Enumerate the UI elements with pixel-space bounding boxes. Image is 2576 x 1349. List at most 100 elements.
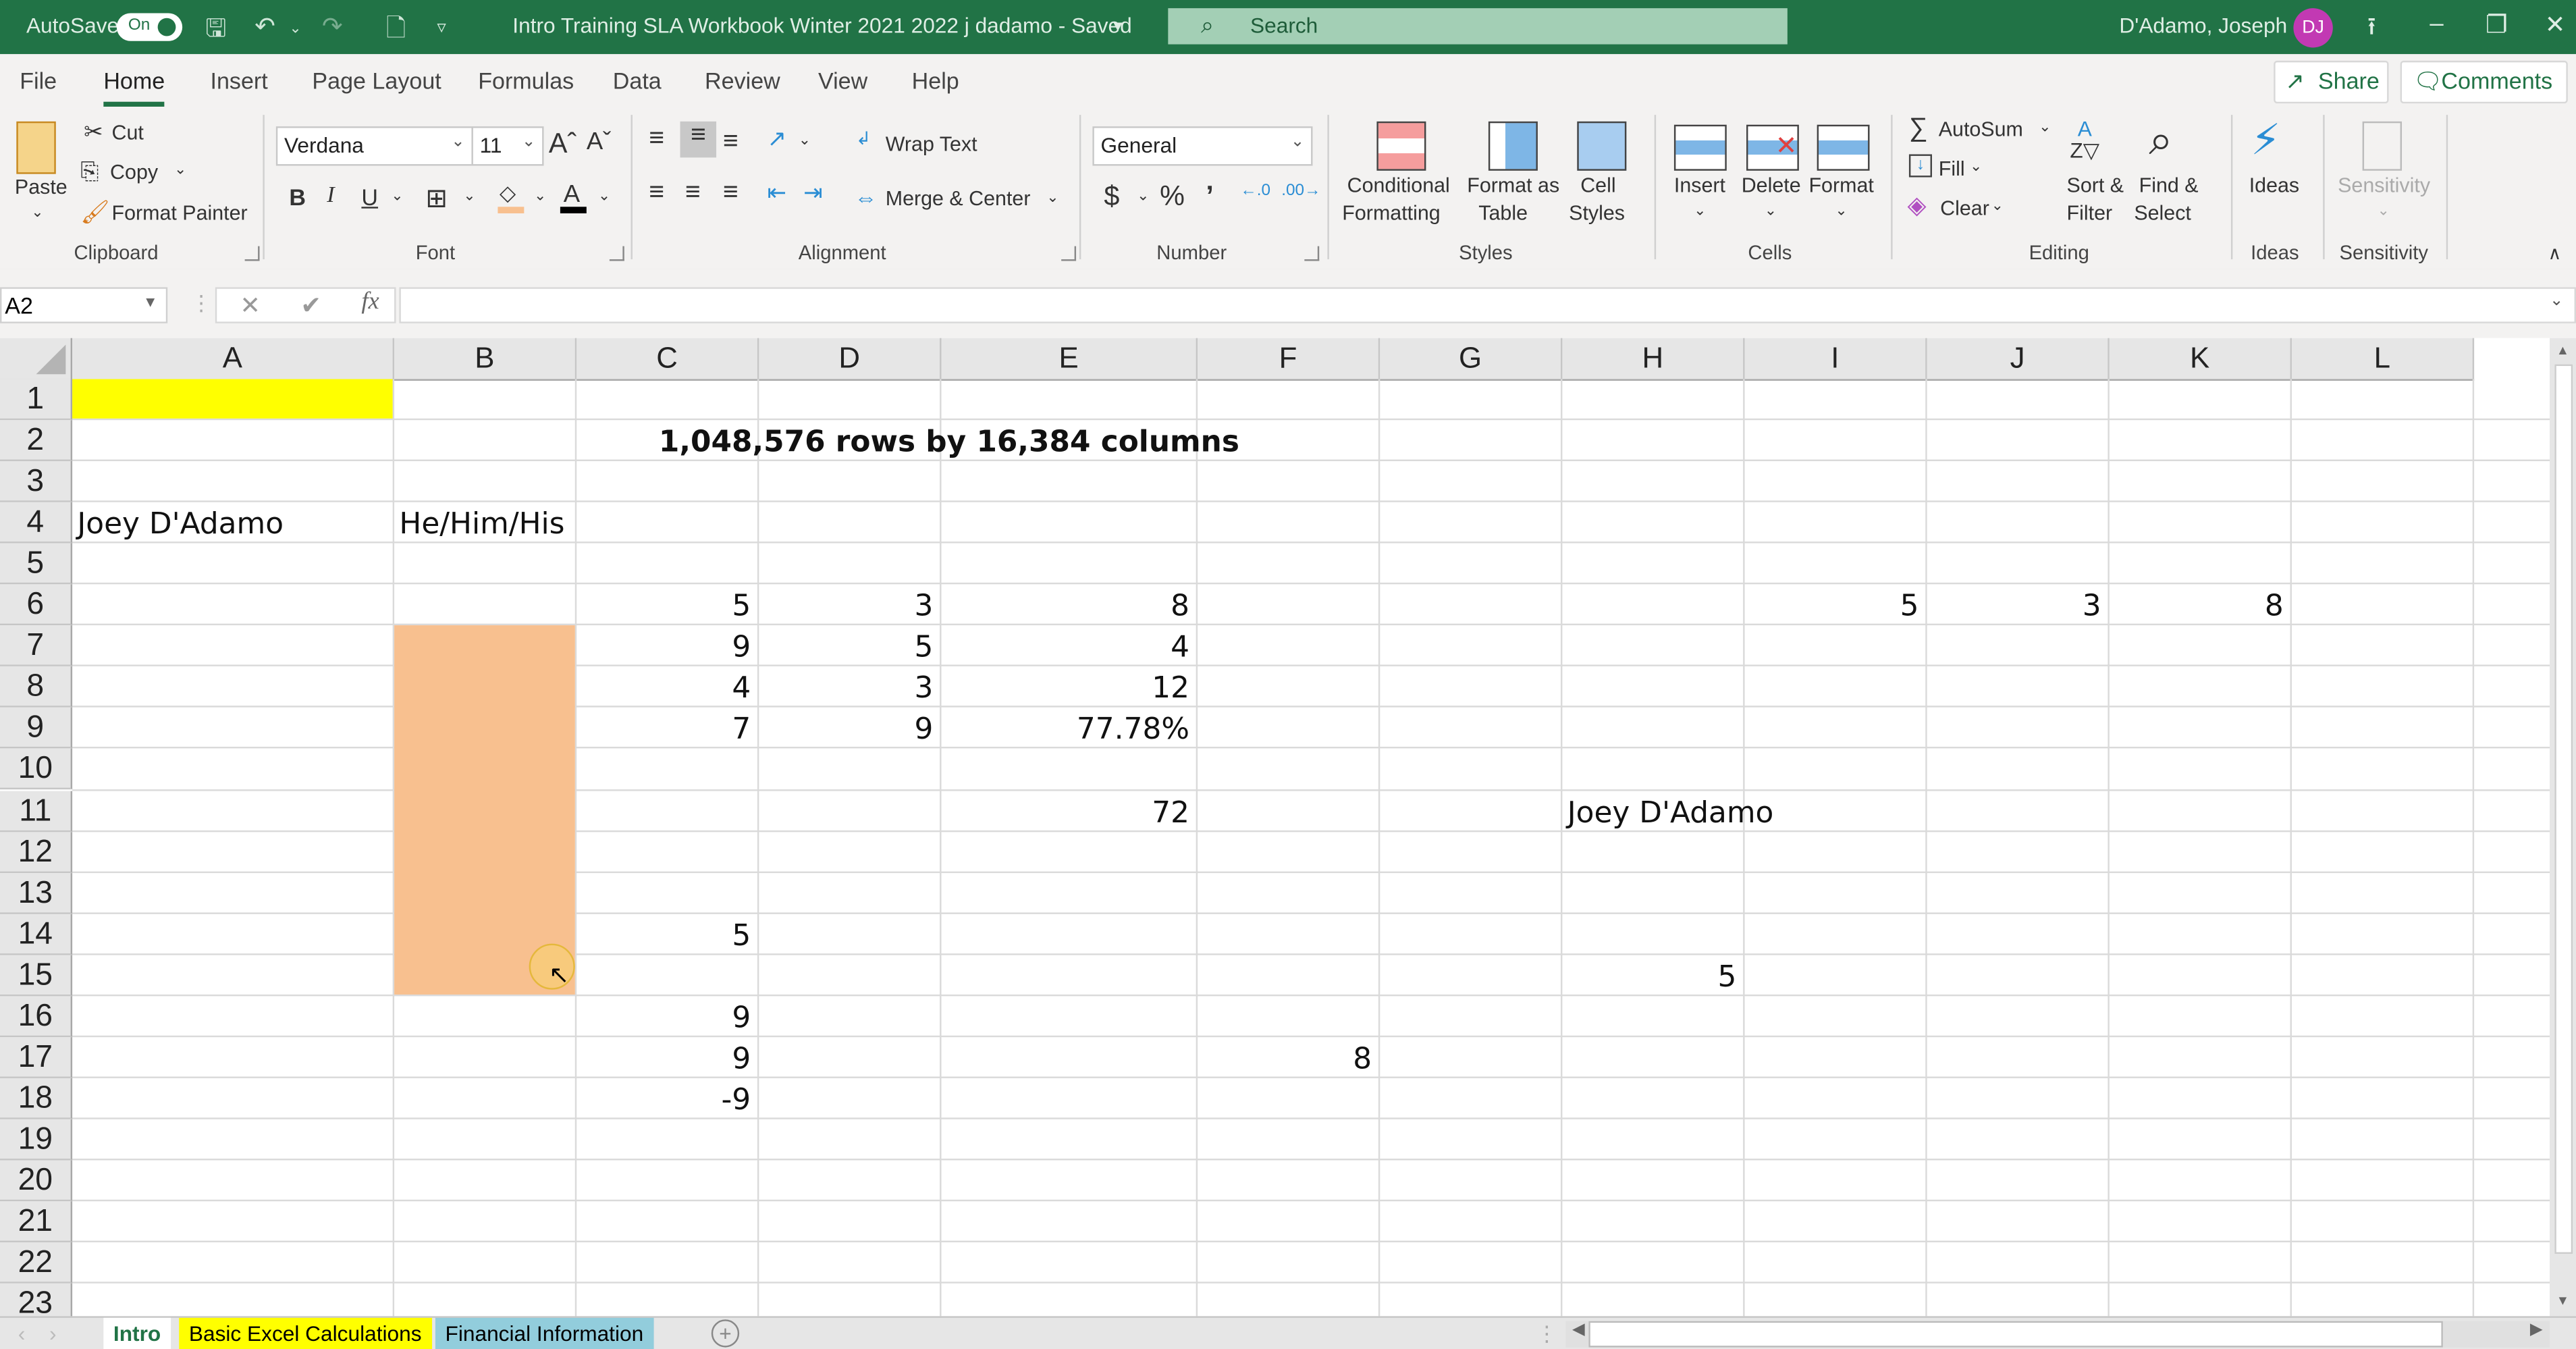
enter-icon[interactable]: ✔ <box>300 290 321 320</box>
comma-style-button[interactable]: ’ <box>1206 180 1214 213</box>
fill-color-icon[interactable]: ◇ <box>498 180 525 213</box>
wrap-text-button[interactable]: Wrap Text <box>886 133 977 156</box>
currency-dropdown-icon[interactable]: ⌄ <box>1137 187 1149 205</box>
cell-k6[interactable]: 8 <box>2110 586 2284 627</box>
copy-button[interactable]: Copy <box>110 161 158 184</box>
conditional-formatting-button[interactable]: Conditional Formatting <box>1341 115 1459 233</box>
fill-color-dropdown-icon[interactable]: ⌄ <box>534 187 546 205</box>
scroll-down-icon[interactable]: ▼ <box>2556 1293 2569 1308</box>
merge-center-button[interactable]: Merge & Center <box>886 187 1031 210</box>
autosave-toggle[interactable]: On <box>116 13 183 41</box>
insert-function-button[interactable]: fx <box>361 289 379 317</box>
row-header-1[interactable]: 1 <box>0 379 73 421</box>
cell-fill-a1[interactable] <box>72 379 393 419</box>
tab-data[interactable]: Data <box>613 68 662 94</box>
column-header-k[interactable]: K <box>2109 338 2292 381</box>
fill-button[interactable]: Fill <box>1939 157 1965 180</box>
align-middle-icon[interactable]: ≡ <box>680 121 717 158</box>
align-top-icon[interactable]: ≡ <box>649 125 664 155</box>
cell-e7[interactable]: 4 <box>941 627 1189 668</box>
horizontal-scrollbar[interactable]: ◀ ▶ <box>1565 1321 2550 1348</box>
document-title[interactable]: Intro Training SLA Workbook Winter 2021 … <box>512 13 1131 37</box>
restore-icon[interactable]: ❐ <box>2486 10 2508 39</box>
column-header-i[interactable]: I <box>1744 338 1927 381</box>
vertical-scrollbar[interactable]: ▲ ▼ <box>2550 338 2576 1317</box>
formula-input[interactable] <box>399 287 2576 323</box>
number-format-select[interactable]: General ⌄ <box>1092 126 1313 166</box>
cell-b4[interactable]: He/Him/His <box>399 504 564 546</box>
decrease-font-icon[interactable]: Aˇ <box>587 128 612 156</box>
vertical-scroll-thumb[interactable] <box>2554 364 2573 1254</box>
cell-styles-button[interactable]: Cell Styles <box>1564 115 1636 233</box>
column-header-d[interactable]: D <box>759 338 942 381</box>
autosum-dropdown-icon[interactable]: ⌄ <box>2039 118 2051 136</box>
increase-decimal-icon[interactable]: ←.0 <box>1240 182 1270 201</box>
cell-e9[interactable]: 77.78% <box>941 710 1189 751</box>
scroll-left-icon[interactable]: ◀ <box>1572 1321 1585 1340</box>
ideas-button[interactable]: ⚡ Ideas <box>2241 115 2307 233</box>
merge-dropdown-icon[interactable]: ⌄ <box>1046 189 1058 207</box>
column-header-b[interactable]: B <box>394 338 577 381</box>
font-color-icon[interactable]: A <box>560 180 587 213</box>
format-as-table-button[interactable]: Format as Table <box>1462 115 1561 233</box>
row-header-4[interactable]: 4 <box>0 502 73 544</box>
row-header-3[interactable]: 3 <box>0 461 73 503</box>
cell-f17[interactable]: 8 <box>1198 1038 1372 1080</box>
find-select-button[interactable]: ⌕ Find & Select <box>2132 115 2211 233</box>
minimize-icon[interactable]: – <box>2430 10 2443 38</box>
fill-dropdown-icon[interactable]: ⌄ <box>1970 157 1982 176</box>
search-box[interactable]: ⌕ Search <box>1168 8 1788 45</box>
sensitivity-button[interactable]: Sensitivity ⌄ <box>2330 115 2438 233</box>
undo-icon[interactable]: ↶ <box>254 11 275 41</box>
cell-c8[interactable]: 4 <box>576 668 751 710</box>
row-header-15[interactable]: 15 <box>0 954 73 996</box>
sheet-tab-basic-excel-calculations[interactable]: Basic Excel Calculations <box>179 1317 432 1349</box>
column-header-f[interactable]: F <box>1198 338 1380 381</box>
tab-file[interactable]: File <box>20 68 57 94</box>
underline-dropdown-icon[interactable]: ⌄ <box>391 187 403 205</box>
increase-font-icon[interactable]: Aˆ <box>549 128 576 161</box>
customize-qat-icon[interactable]: ▿ <box>437 16 446 38</box>
font-name-select[interactable]: Verdana ⌄ <box>275 126 473 166</box>
number-launcher-icon[interactable] <box>1304 246 1320 261</box>
horizontal-scroll-thumb[interactable] <box>1588 1321 2443 1348</box>
close-icon[interactable]: ✕ <box>2545 10 2566 39</box>
font-launcher-icon[interactable] <box>609 246 624 261</box>
row-header-2[interactable]: 2 <box>0 420 73 462</box>
cell-i6[interactable]: 5 <box>1745 586 1919 627</box>
column-header-a[interactable]: A <box>72 338 395 381</box>
decrease-decimal-icon[interactable]: .00→ <box>1281 182 1320 201</box>
cell-fill-b7-b15[interactable] <box>394 625 575 995</box>
cell-j6[interactable]: 3 <box>1927 586 2101 627</box>
align-center-icon[interactable]: ≡ <box>685 179 701 209</box>
cell-c16[interactable]: 9 <box>576 997 751 1038</box>
cell-c6[interactable]: 5 <box>576 586 751 627</box>
row-header-12[interactable]: 12 <box>0 831 73 873</box>
cell-d8[interactable]: 3 <box>759 668 933 710</box>
clipboard-launcher-icon[interactable] <box>244 246 260 261</box>
orientation-icon[interactable]: ↗ <box>768 125 787 153</box>
tab-split-handle[interactable]: ⋮ <box>1536 1321 1557 1348</box>
cell-e8[interactable]: 12 <box>941 668 1189 710</box>
cell-e11[interactable]: 72 <box>941 792 1189 833</box>
clear-dropdown-icon[interactable]: ⌄ <box>1991 197 2004 215</box>
row-header-17[interactable]: 17 <box>0 1036 73 1078</box>
sheet-tab-financial-information[interactable]: Financial Information <box>435 1317 653 1349</box>
cut-button[interactable]: Cut <box>111 122 143 144</box>
orientation-dropdown-icon[interactable]: ⌄ <box>799 131 811 149</box>
cell-e6[interactable]: 8 <box>941 586 1189 627</box>
align-left-icon[interactable]: ≡ <box>649 179 664 209</box>
row-header-5[interactable]: 5 <box>0 544 73 585</box>
autosum-button[interactable]: AutoSum <box>1939 118 2023 141</box>
expand-formula-bar-icon[interactable]: ⌄ <box>2550 292 2563 311</box>
scroll-tabs-right-icon[interactable]: › <box>49 1321 57 1346</box>
cancel-icon[interactable]: ✕ <box>240 290 261 320</box>
drag-handle-icon[interactable]: ⋮ <box>190 290 212 317</box>
column-header-g[interactable]: G <box>1380 338 1563 381</box>
new-file-icon[interactable]: 🗋 <box>386 11 406 53</box>
tab-page-layout[interactable]: Page Layout <box>312 68 441 94</box>
tab-help[interactable]: Help <box>912 68 959 94</box>
cell-c17[interactable]: 9 <box>576 1038 751 1080</box>
row-header-21[interactable]: 21 <box>0 1201 73 1243</box>
borders-dropdown-icon[interactable]: ⌄ <box>463 187 475 205</box>
